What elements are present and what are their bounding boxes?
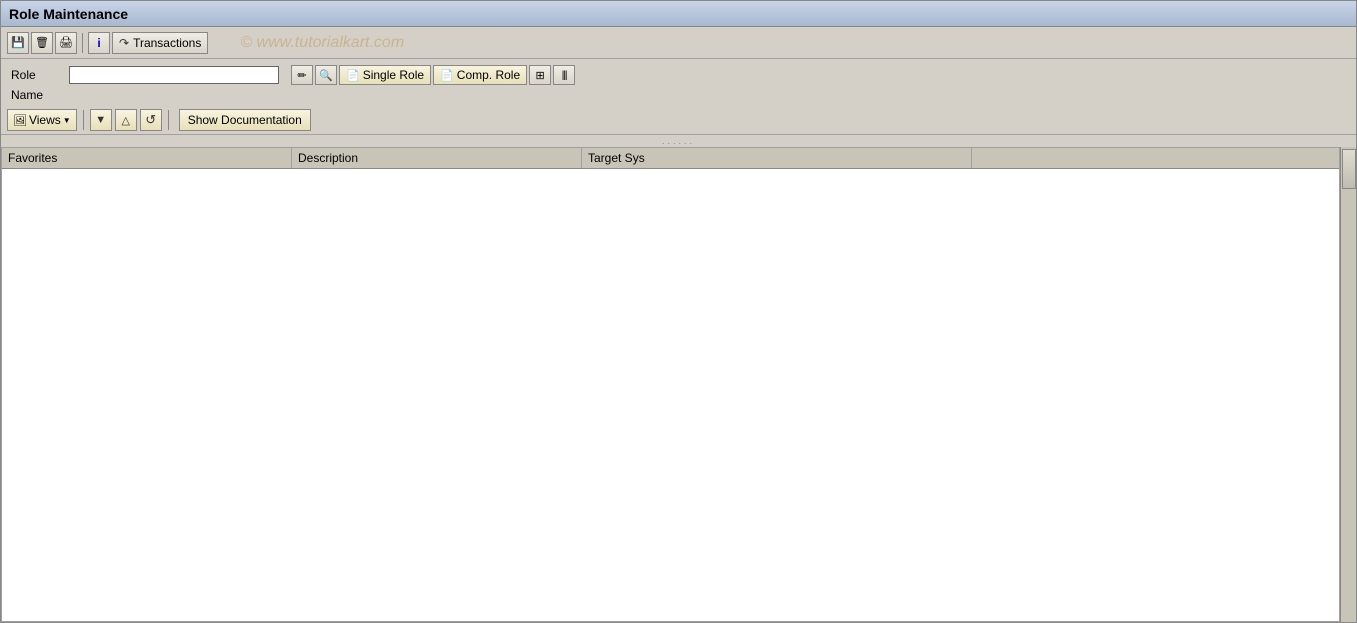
title-bar: Role Maintenance [1,1,1356,27]
single-role-button[interactable]: 📄 Single Role [339,65,431,85]
col-header-favorites: Favorites [2,148,292,168]
filter-set-button[interactable]: △ [115,109,137,131]
comp-role-button[interactable]: 📄 Comp. Role [433,65,527,85]
transactions-arrow-icon: ↷ [119,36,129,50]
info-icon: i [97,36,100,50]
col-target-sys-label: Target Sys [588,151,645,165]
search-role-button[interactable]: 🔍 [315,65,337,85]
show-documentation-button[interactable]: Show Documentation [179,109,311,131]
separator-1 [82,33,83,53]
col-header-description: Description [292,148,582,168]
main-window: Role Maintenance 🗑 🖨 i ↷ Transactions © … [0,0,1357,623]
views-dropdown-icon: ▼ [63,116,71,125]
columns-button[interactable]: ||| [553,65,575,85]
print-icon: 🖨 [59,36,73,49]
col-description-label: Description [298,151,358,165]
name-label: Name [11,88,43,102]
role-buttons: ✏ 🔍 📄 Single Role 📄 Comp. Role ⊞ ||| [291,65,575,85]
role-label: Role [11,68,61,82]
filter-icon: ▼ [95,114,106,126]
drag-handle[interactable]: ...... [1,135,1356,147]
comp-role-label: Comp. Role [457,68,520,82]
single-role-label: Single Role [363,68,424,82]
toolbar2: 🖼 Views ▼ ▼ △ ↺ Show Documentation [1,106,1356,135]
grid-button[interactable]: ⊞ [529,65,551,85]
filter-set-icon: △ [121,114,129,127]
show-doc-label: Show Documentation [188,113,302,127]
col-header-extra [972,148,1339,168]
window-title: Role Maintenance [9,6,128,22]
form-area: Role ✏ 🔍 📄 Single Role 📄 Comp. Role [1,59,1356,106]
edit-icon: ✏ [297,69,306,82]
print-button[interactable]: 🖨 [55,32,77,54]
info-button[interactable]: i [88,32,110,54]
separator-3 [168,110,169,130]
col-header-target-sys: Target Sys [582,148,972,168]
transactions-button[interactable]: ↷ Transactions [112,32,208,54]
views-button[interactable]: 🖼 Views ▼ [7,109,77,131]
views-label: Views [29,113,61,127]
grid-icon: ⊞ [536,69,545,82]
save-button[interactable] [7,32,29,54]
role-row: Role ✏ 🔍 📄 Single Role 📄 Comp. Role [11,65,1346,85]
delete-button[interactable]: 🗑 [31,32,53,54]
right-panel: Favorites Description Target Sys [1,147,1356,622]
refresh-icon: ↺ [145,112,156,128]
edit-role-button[interactable]: ✏ [291,65,313,85]
search-icon: 🔍 [319,69,333,82]
refresh-button[interactable]: ↺ [140,109,162,131]
single-role-doc-icon: 📄 [346,69,360,82]
transactions-label: Transactions [133,36,201,50]
comp-role-doc-icon: 📄 [440,69,454,82]
filter-button[interactable]: ▼ [90,109,112,131]
table-container: Favorites Description Target Sys [1,147,1340,622]
columns-icon: ||| [562,70,567,81]
separator-2 [83,110,84,130]
content-area: ...... Favorites Description Target Sys [1,135,1356,622]
table-body [2,169,1339,621]
role-input[interactable] [69,66,279,84]
col-favorites-label: Favorites [8,151,57,165]
save-icon [11,36,25,49]
name-row: Name [11,88,1346,102]
delete-icon: 🗑 [35,36,49,49]
views-picture-icon: 🖼 [13,114,27,127]
scrollbar[interactable] [1340,147,1356,622]
table-header: Favorites Description Target Sys [2,148,1339,169]
toolbar: 🗑 🖨 i ↷ Transactions © www.tutorialkart.… [1,27,1356,59]
watermark-text: © www.tutorialkart.com [240,34,404,52]
scroll-thumb[interactable] [1342,149,1356,189]
